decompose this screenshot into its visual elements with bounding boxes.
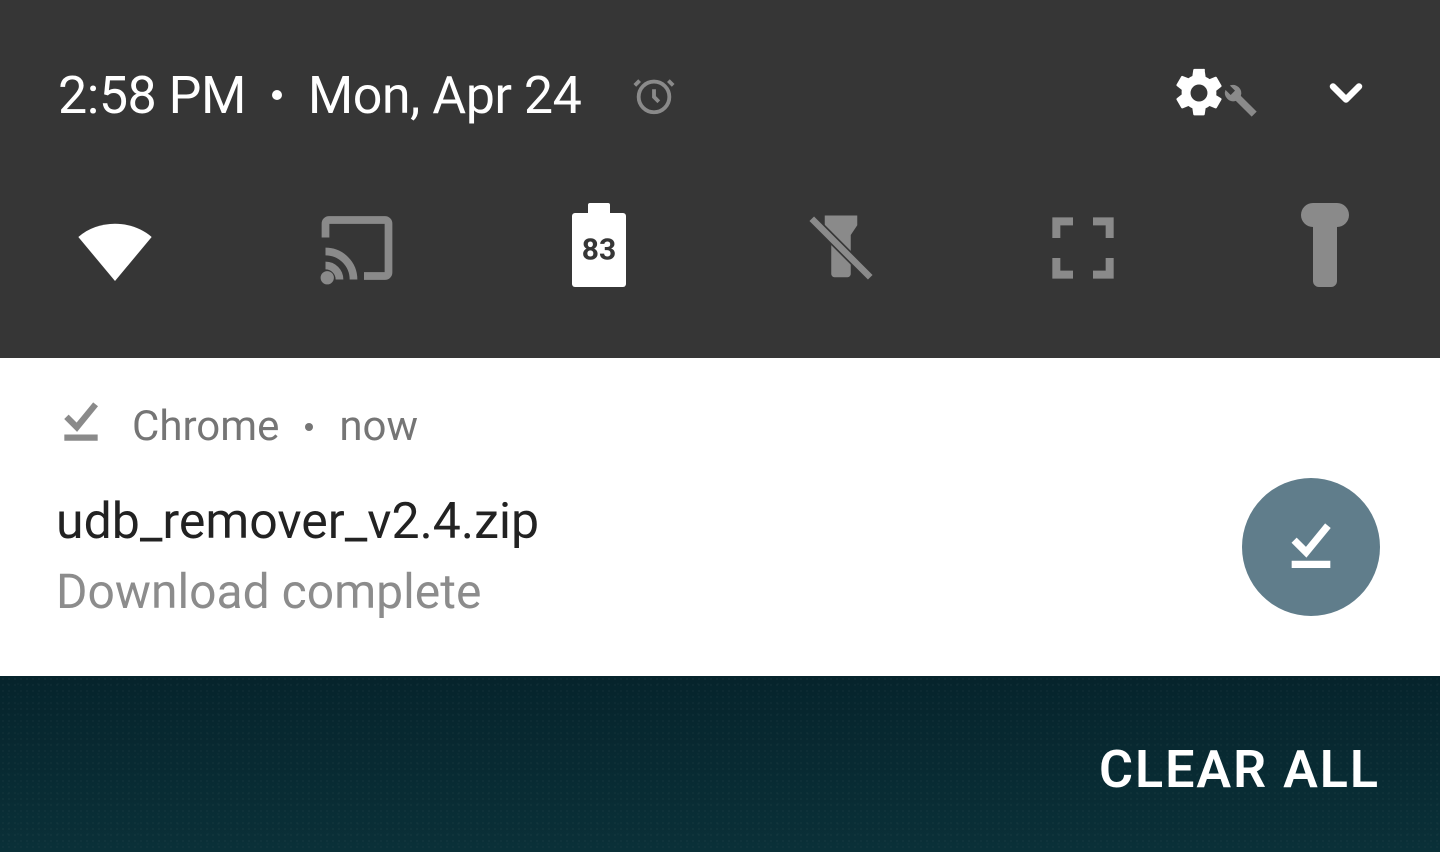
status-date: Mon, Apr 24	[308, 65, 582, 126]
separator-dot-icon	[305, 423, 313, 431]
download-done-icon	[1282, 516, 1340, 578]
notification-title: udb_remover_v2.4.zip	[56, 493, 1384, 551]
notification-card[interactable]: Chrome now udb_remover_v2.4.zip Download…	[0, 358, 1440, 676]
tile-wifi[interactable]	[70, 205, 160, 295]
qs-header: 2:58 PM Mon, Apr 24	[0, 55, 1440, 135]
tile-cast[interactable]	[312, 205, 402, 295]
battery-icon: 83	[572, 213, 626, 287]
qs-right-icons	[1170, 64, 1382, 126]
expand-button[interactable]	[1320, 67, 1372, 123]
cast-icon	[315, 206, 399, 294]
clear-all-button[interactable]: CLEAR ALL	[1099, 739, 1380, 800]
chevron-down-icon	[1320, 104, 1372, 123]
tile-flashlight-disabled[interactable]	[796, 205, 886, 295]
qs-time-date: 2:58 PM Mon, Apr 24	[58, 65, 677, 126]
quick-settings-panel[interactable]: 2:58 PM Mon, Apr 24	[0, 0, 1440, 358]
notification-badge[interactable]	[1242, 478, 1380, 616]
notification-time: now	[339, 402, 418, 451]
tile-flashlight[interactable]	[1280, 205, 1370, 295]
qs-tiles-row: 83	[0, 205, 1440, 295]
wrench-icon	[1220, 80, 1260, 124]
flashlight-icon	[1289, 203, 1361, 297]
notification-subtitle: Download complete	[56, 563, 1384, 620]
battery-level: 83	[582, 233, 616, 268]
status-time: 2:58 PM	[58, 65, 246, 126]
wifi-icon	[71, 204, 159, 296]
notification-app-name: Chrome	[132, 402, 279, 451]
screenshot-icon	[1043, 208, 1123, 292]
tile-battery[interactable]: 83	[554, 205, 644, 295]
separator-dot-icon	[272, 90, 282, 100]
settings-button[interactable]	[1170, 64, 1260, 126]
tile-screenshot[interactable]	[1038, 205, 1128, 295]
notification-header: Chrome now	[56, 396, 1384, 457]
alarm-icon	[631, 72, 677, 118]
flashlight-off-icon	[802, 209, 880, 291]
download-done-icon	[56, 396, 106, 457]
wallpaper-area: CLEAR ALL	[0, 676, 1440, 852]
